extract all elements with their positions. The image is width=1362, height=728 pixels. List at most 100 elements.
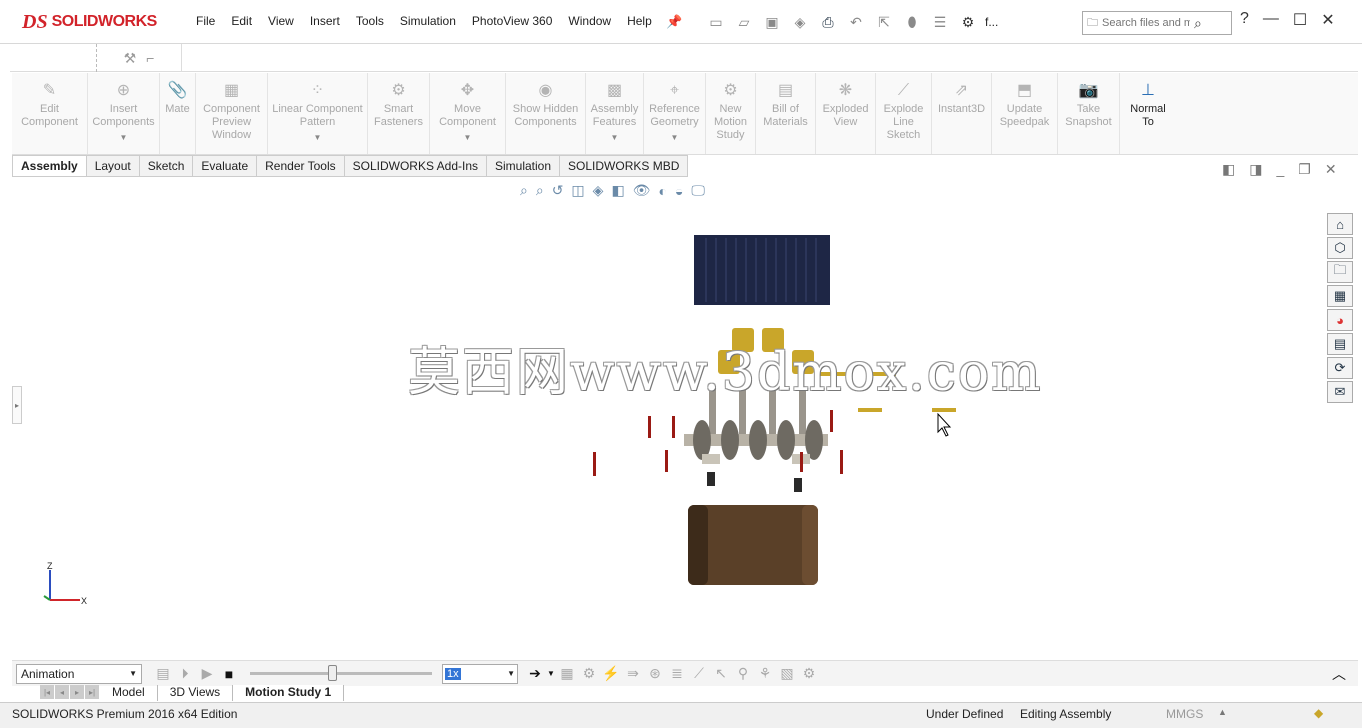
collapse-chevron-icon[interactable]: ︿ bbox=[1328, 664, 1350, 684]
menu-tools[interactable]: Tools bbox=[348, 10, 392, 32]
hide-show-items-icon[interactable]: 👁 bbox=[633, 182, 651, 199]
dropdown-arrow-icon[interactable]: ▼ bbox=[464, 131, 472, 144]
print-icon[interactable]: ⎙ bbox=[817, 12, 839, 32]
engine-block[interactable] bbox=[688, 505, 818, 585]
study-type-select[interactable]: Animation ▼ bbox=[16, 663, 142, 684]
exploded-view-button[interactable]: ❋ Exploded View bbox=[816, 73, 876, 154]
tab-layout[interactable]: Layout bbox=[86, 155, 140, 177]
tab-sketch[interactable]: Sketch bbox=[139, 155, 194, 177]
show-hidden-button[interactable]: ◉ Show Hidden Components bbox=[506, 73, 586, 154]
menu-simulation[interactable]: Simulation bbox=[392, 10, 464, 32]
rebuild-traffic-icon[interactable]: ⬮ bbox=[901, 12, 923, 32]
menu-insert[interactable]: Insert bbox=[302, 10, 348, 32]
animation-wizard-icon[interactable]: ⚙ bbox=[578, 665, 600, 682]
last-tab-icon[interactable]: ▸| bbox=[85, 685, 99, 699]
menu-window[interactable]: Window bbox=[560, 10, 619, 32]
move-component-button[interactable]: ✥ Move Component ▼ bbox=[430, 73, 506, 154]
tag-icon[interactable]: ◆ bbox=[1314, 706, 1323, 720]
new-motion-study-button[interactable]: ⚙ New Motion Study bbox=[706, 73, 756, 154]
playback-speed-select[interactable]: 1x ▼ bbox=[442, 663, 518, 684]
select-icon[interactable]: ⇱ bbox=[873, 12, 895, 32]
dropdown-arrow-icon[interactable]: ▼ bbox=[671, 131, 679, 144]
rebuild-icon[interactable]: ◈ bbox=[789, 12, 811, 32]
first-tab-icon[interactable]: |◂ bbox=[40, 685, 54, 699]
doc-close-icon[interactable]: ✕ bbox=[1325, 161, 1337, 178]
crankshaft[interactable] bbox=[684, 420, 828, 492]
section-view-icon[interactable]: ◫ bbox=[571, 182, 584, 199]
slider-knob[interactable] bbox=[328, 665, 337, 681]
results-plots-icon[interactable]: ▧ bbox=[776, 665, 798, 682]
tab-simulation[interactable]: Simulation bbox=[487, 155, 561, 177]
save-animation-icon[interactable]: ▦ bbox=[556, 665, 578, 682]
assembly-features-button[interactable]: ▩ Assembly Features ▼ bbox=[586, 73, 644, 154]
force-icon[interactable]: ↖ bbox=[710, 665, 732, 682]
apply-scene-icon[interactable]: ◒ bbox=[675, 183, 683, 199]
custom-properties-icon[interactable]: ▤ bbox=[1327, 333, 1353, 355]
design-library-icon[interactable]: 🗀 bbox=[1327, 261, 1353, 283]
file-explorer-icon[interactable]: ▦ bbox=[1327, 285, 1353, 307]
tile-right-icon[interactable]: ◨ bbox=[1249, 161, 1262, 178]
play-from-start-icon[interactable]: ⏵ bbox=[174, 665, 196, 682]
solidworks-forum-icon[interactable]: ⟳ bbox=[1327, 357, 1353, 379]
stop-icon[interactable]: ■ bbox=[218, 666, 240, 682]
feature-tree-expand-handle[interactable]: ▸ bbox=[12, 386, 22, 424]
solidworks-logo[interactable]: DS SOLIDWORKS bbox=[22, 8, 157, 36]
search-icon[interactable]: ⌕ bbox=[1194, 15, 1202, 32]
motion-study-properties-icon[interactable]: ⚙ bbox=[798, 665, 820, 682]
playback-slider[interactable] bbox=[250, 665, 432, 681]
dropdown-arrow-icon[interactable]: ▼ bbox=[611, 131, 619, 144]
view-orientation-icon[interactable]: ◈ bbox=[593, 182, 604, 199]
dropdown-arrow-icon[interactable]: ▼ bbox=[120, 131, 128, 144]
file-properties-icon[interactable]: ☰ bbox=[929, 12, 951, 32]
tab-render-tools[interactable]: Render Tools bbox=[257, 155, 345, 177]
pin-icon[interactable]: 📌 bbox=[666, 14, 682, 30]
unit-chevron-icon[interactable]: ▲ bbox=[1218, 707, 1227, 717]
toolbar-tool-icon-2[interactable]: ⌐ bbox=[146, 50, 154, 66]
unit-system[interactable]: MMGS bbox=[1166, 707, 1203, 721]
new-document-icon[interactable]: ▭ bbox=[705, 12, 727, 32]
playback-mode-icon[interactable]: ➔ bbox=[524, 665, 546, 682]
undo-icon[interactable]: ↶ bbox=[845, 12, 867, 32]
motor-icon[interactable]: ⊛ bbox=[644, 665, 666, 682]
display-style-icon[interactable]: ◧ bbox=[611, 182, 624, 199]
options-gear-icon[interactable]: ⚙ bbox=[957, 12, 979, 32]
doc-restore-icon[interactable]: ❐ bbox=[1298, 161, 1311, 178]
tab-motion-study-1[interactable]: Motion Study 1 bbox=[233, 685, 345, 701]
tab-evaluate[interactable]: Evaluate bbox=[193, 155, 258, 177]
linear-pattern-button[interactable]: ⁘ Linear Component Pattern ▼ bbox=[268, 73, 368, 154]
menu-view[interactable]: View bbox=[260, 10, 302, 32]
close-button[interactable]: ✕ bbox=[1321, 10, 1334, 30]
edit-component-button[interactable]: ✎ Edit Component bbox=[12, 73, 88, 154]
home-icon[interactable]: ⌂ bbox=[1327, 213, 1353, 235]
edit-appearance-icon[interactable]: ◐ bbox=[658, 183, 666, 199]
view-settings-icon[interactable]: 🖵 bbox=[691, 182, 705, 199]
contact-icon[interactable]: ⚲ bbox=[732, 665, 754, 682]
reference-geometry-button[interactable]: ⌖ Reference Geometry ▼ bbox=[644, 73, 706, 154]
help-button[interactable]: ? bbox=[1240, 10, 1249, 30]
insert-components-button[interactable]: ⊕ Insert Components ▼ bbox=[88, 73, 160, 154]
prev-tab-icon[interactable]: ◂ bbox=[55, 685, 69, 699]
autokey-icon[interactable]: ⚡ bbox=[600, 665, 622, 682]
appearances-icon[interactable]: ◕ bbox=[1327, 309, 1353, 331]
cylinder-head[interactable] bbox=[694, 235, 830, 305]
update-speedpak-button[interactable]: ⬒ Update Speedpak bbox=[992, 73, 1058, 154]
menu-edit[interactable]: Edit bbox=[223, 10, 260, 32]
open-icon[interactable]: ▱ bbox=[733, 12, 755, 32]
play-icon[interactable]: ▶ bbox=[196, 665, 218, 682]
doc-minimize-icon[interactable]: _ bbox=[1276, 161, 1284, 178]
minimize-button[interactable]: — bbox=[1263, 10, 1279, 30]
zoom-to-fit-icon[interactable]: ⌕ bbox=[520, 182, 528, 199]
bill-of-materials-button[interactable]: ▤ Bill of Materials bbox=[756, 73, 816, 154]
normal-to-button[interactable]: ⊥ Normal To bbox=[1120, 73, 1176, 154]
resources-icon[interactable]: ⬡ bbox=[1327, 237, 1353, 259]
spring-icon[interactable]: ≣ bbox=[666, 665, 688, 682]
menu-file[interactable]: File bbox=[188, 10, 223, 32]
solidworks-forum-chat-icon[interactable]: ✉ bbox=[1327, 381, 1353, 403]
dropdown-arrow-icon[interactable]: ▼ bbox=[314, 131, 322, 144]
tab-3d-views[interactable]: 3D Views bbox=[158, 685, 234, 701]
menu-photoview[interactable]: PhotoView 360 bbox=[464, 10, 561, 32]
tab-addins[interactable]: SOLIDWORKS Add-Ins bbox=[344, 155, 487, 177]
search-box[interactable]: 🗀 ⌕ bbox=[1082, 11, 1232, 35]
add-key-icon[interactable]: ⇛ bbox=[622, 665, 644, 682]
toolbar-tool-icon[interactable]: ⚒ bbox=[124, 50, 137, 67]
